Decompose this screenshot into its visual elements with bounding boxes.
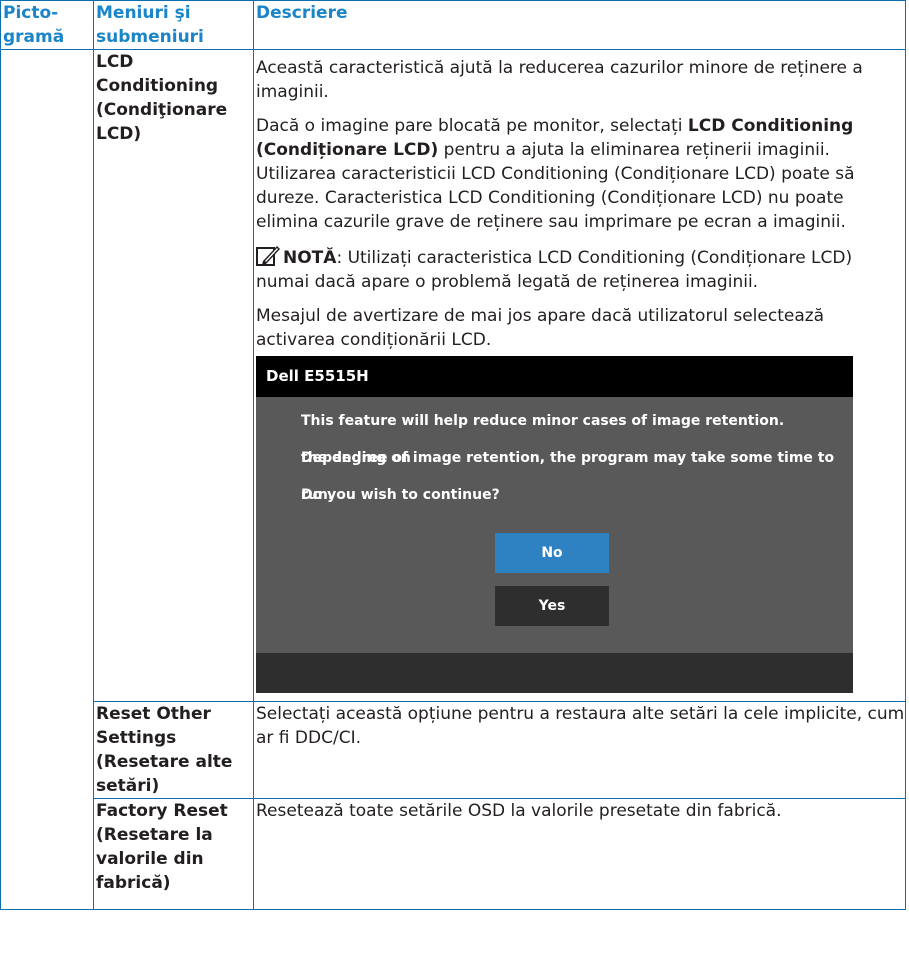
menu-factory-reset: Factory Reset (Resetare la valorile din … (93, 798, 254, 910)
osd-yes-button[interactable]: Yes (495, 586, 609, 626)
desc-paragraph-2: Dacă o imagine pare blocată pe monitor, … (256, 116, 855, 232)
osd-message: This feature will help reduce minor case… (256, 397, 853, 514)
table-header-row: Picto-gramă Meniuri şi submeniuri Descri… (0, 0, 906, 50)
osd-message-line-1: This feature will help reduce minor case… (301, 413, 785, 466)
desc-reset-other-settings: Selectați această opțiune pentru a resta… (253, 701, 906, 799)
header-pictograma: Picto-gramă (0, 0, 94, 50)
osd-message-line-3: Do you wish to continue? (301, 487, 500, 503)
menu-description-table: Picto-gramă Meniuri şi submeniuri Descri… (0, 0, 906, 910)
desc-factory-reset: Resetează toate setările OSD la valorile… (253, 798, 906, 910)
desc-paragraph-4: Mesajul de avertizare de mai jos apare d… (256, 306, 825, 350)
osd-footer-bar (256, 653, 853, 693)
desc-paragraph-1: Această caracteristică ajută la reducere… (256, 58, 863, 102)
menu-lcd-conditioning: LCD Conditioning (Condiţionare LCD) (93, 49, 254, 702)
pencil-note-icon (256, 244, 280, 266)
header-meniuri: Meniuri şi submeniuri (93, 0, 254, 50)
table-row-lcd-conditioning: LCD Conditioning (Condiţionare LCD) Acea… (0, 49, 906, 910)
osd-title-bar: Dell E5515H (256, 356, 853, 397)
header-descriere: Descriere (253, 0, 906, 50)
note-paragraph: NOTĂ: Utilizați caracteristica LCD Condi… (256, 244, 905, 294)
desc-lcd-conditioning: Această caracteristică ajută la reducere… (253, 49, 906, 702)
menu-reset-other-settings: Reset Other Settings (Resetare alte setă… (93, 701, 254, 799)
osd-warning-dialog: Dell E5515H This feature will help reduc… (256, 356, 853, 693)
osd-no-button[interactable]: No (495, 533, 609, 573)
table-row-reset-other: Reset Other Settings (Resetare alte setă… (1, 701, 906, 799)
osd-message-line-2: the degree of image retention, the progr… (301, 450, 835, 503)
table-row-factory-reset: Factory Reset (Resetare la valorile din … (1, 798, 906, 910)
pictogram-cell (0, 49, 94, 910)
